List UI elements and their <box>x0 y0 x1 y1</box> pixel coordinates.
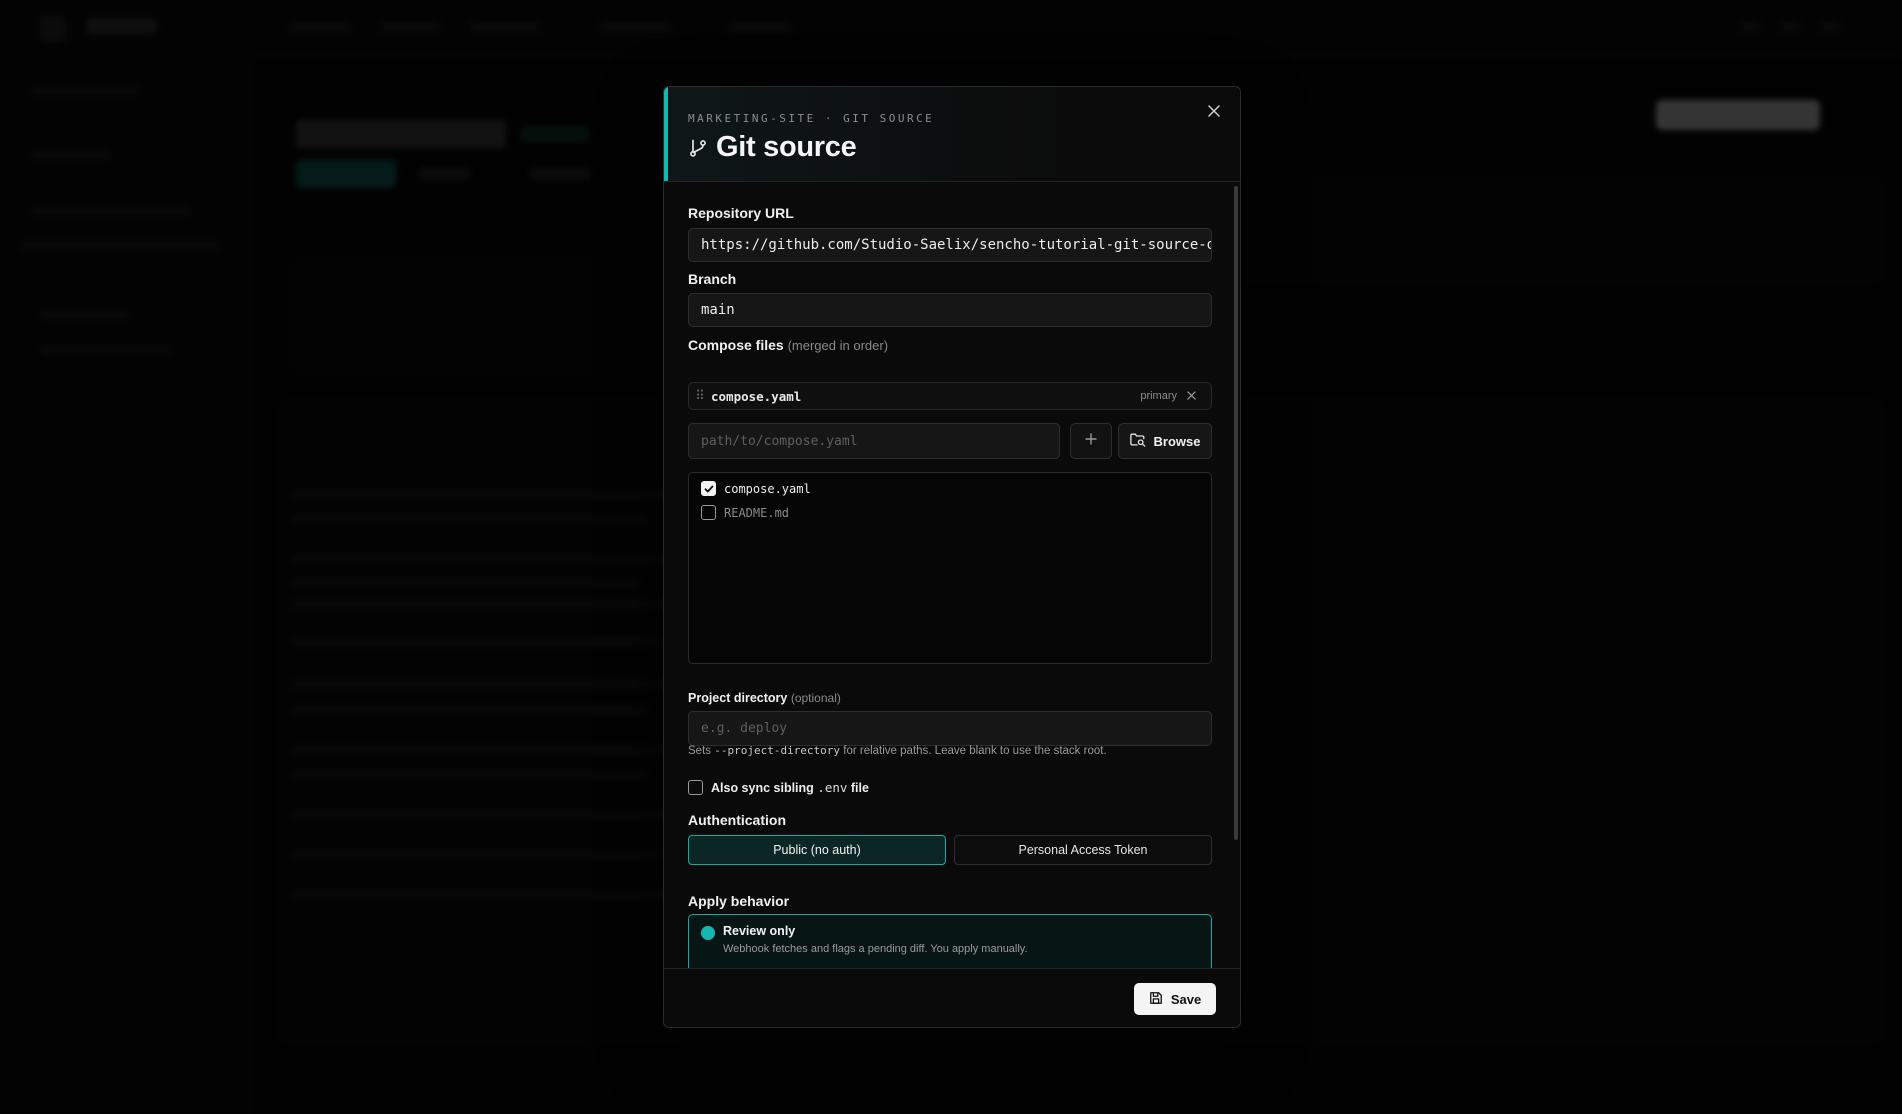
file-list-item-name: README.md <box>724 505 790 520</box>
sync-env-label-suffix: file <box>850 781 869 795</box>
folder-search-icon <box>1129 433 1146 450</box>
auth-option-token[interactable]: Personal Access Token <box>954 835 1212 865</box>
dialog-header: MARKETING-SITE · GIT SOURCE Git source <box>664 87 1240 182</box>
git-source-dialog: MARKETING-SITE · GIT SOURCE Git source R… <box>663 86 1241 1028</box>
branch-input[interactable]: main <box>688 293 1212 327</box>
plus-icon <box>1085 432 1097 450</box>
remove-compose-file-button[interactable] <box>1187 387 1203 405</box>
file-list-item[interactable]: README.md <box>701 505 789 520</box>
accent-bar <box>664 87 668 181</box>
browse-button[interactable]: Browse <box>1118 423 1212 459</box>
dialog-body[interactable]: Repository URL https://github.com/Studio… <box>664 182 1240 968</box>
save-button[interactable]: Save <box>1134 983 1216 1015</box>
dialog-title-row: Git source <box>688 131 857 164</box>
project-directory-label-suffix: (optional) <box>790 691 841 705</box>
dialog-footer: Save <box>664 968 1240 1027</box>
file-list-item[interactable]: compose.yaml <box>701 481 811 496</box>
sync-env-label-prefix: Also sync sibling <box>711 781 814 795</box>
apply-behavior-label: Apply behavior <box>688 893 790 909</box>
close-icon <box>1208 104 1220 122</box>
file-checkbox[interactable] <box>701 481 716 496</box>
git-branch-icon <box>688 138 708 158</box>
sync-env-option[interactable]: Also sync sibling .env file <box>688 780 869 795</box>
dialog-eyebrow: MARKETING-SITE · GIT SOURCE <box>688 112 935 125</box>
branch-label: Branch <box>688 271 737 287</box>
radio-selected-icon[interactable] <box>701 926 715 940</box>
project-directory-label: Project directory (optional) <box>688 691 841 705</box>
apply-option-title: Review only <box>723 924 796 938</box>
repository-url-input[interactable]: https://github.com/Studio-Saelix/sencho-… <box>688 228 1212 262</box>
hint-code: --project-directory <box>714 744 841 757</box>
sync-env-label-code: .env <box>817 780 848 795</box>
dialog-scrollbar[interactable] <box>1234 186 1238 840</box>
close-icon <box>1187 387 1196 405</box>
compose-files-label-text: Compose files <box>688 337 784 353</box>
save-button-label: Save <box>1170 991 1202 1007</box>
hint-suffix: for relative paths. Leave blank to use t… <box>843 745 1107 757</box>
sync-env-checkbox[interactable] <box>688 780 703 795</box>
save-icon <box>1149 991 1163 1008</box>
project-directory-input[interactable]: e.g. deploy <box>688 711 1212 746</box>
authentication-label: Authentication <box>688 812 786 828</box>
close-button[interactable] <box>1204 103 1224 123</box>
apply-option-review-only[interactable]: Review only Webhook fetches and flags a … <box>688 914 1212 968</box>
browse-button-label: Browse <box>1153 433 1201 449</box>
compose-file-chip-name: compose.yaml <box>711 388 802 404</box>
compose-path-input[interactable]: path/to/compose.yaml <box>688 423 1060 459</box>
compose-files-label-suffix: (merged in order) <box>787 338 889 353</box>
repo-file-list: compose.yaml README.md <box>688 472 1212 664</box>
apply-option-description: Webhook fetches and flags a pending diff… <box>723 943 1028 955</box>
file-checkbox[interactable] <box>701 505 716 520</box>
compose-file-chip[interactable]: ⠿ compose.yaml primary <box>688 382 1212 410</box>
drag-handle-icon[interactable]: ⠿ <box>689 388 711 404</box>
project-directory-label-text: Project directory <box>688 691 788 705</box>
file-list-item-name: compose.yaml <box>724 481 811 496</box>
auth-option-public[interactable]: Public (no auth) <box>688 835 946 865</box>
hint-prefix: Sets <box>688 745 712 757</box>
sync-env-label: Also sync sibling .env file <box>711 780 869 795</box>
repository-url-label: Repository URL <box>688 205 794 221</box>
dialog-title: Git source <box>716 131 857 163</box>
project-directory-hint: Sets --project-directory for relative pa… <box>688 744 1107 757</box>
add-compose-file-button[interactable] <box>1070 423 1112 459</box>
primary-badge: primary <box>1140 390 1177 402</box>
compose-files-label: Compose files (merged in order) <box>688 337 888 353</box>
